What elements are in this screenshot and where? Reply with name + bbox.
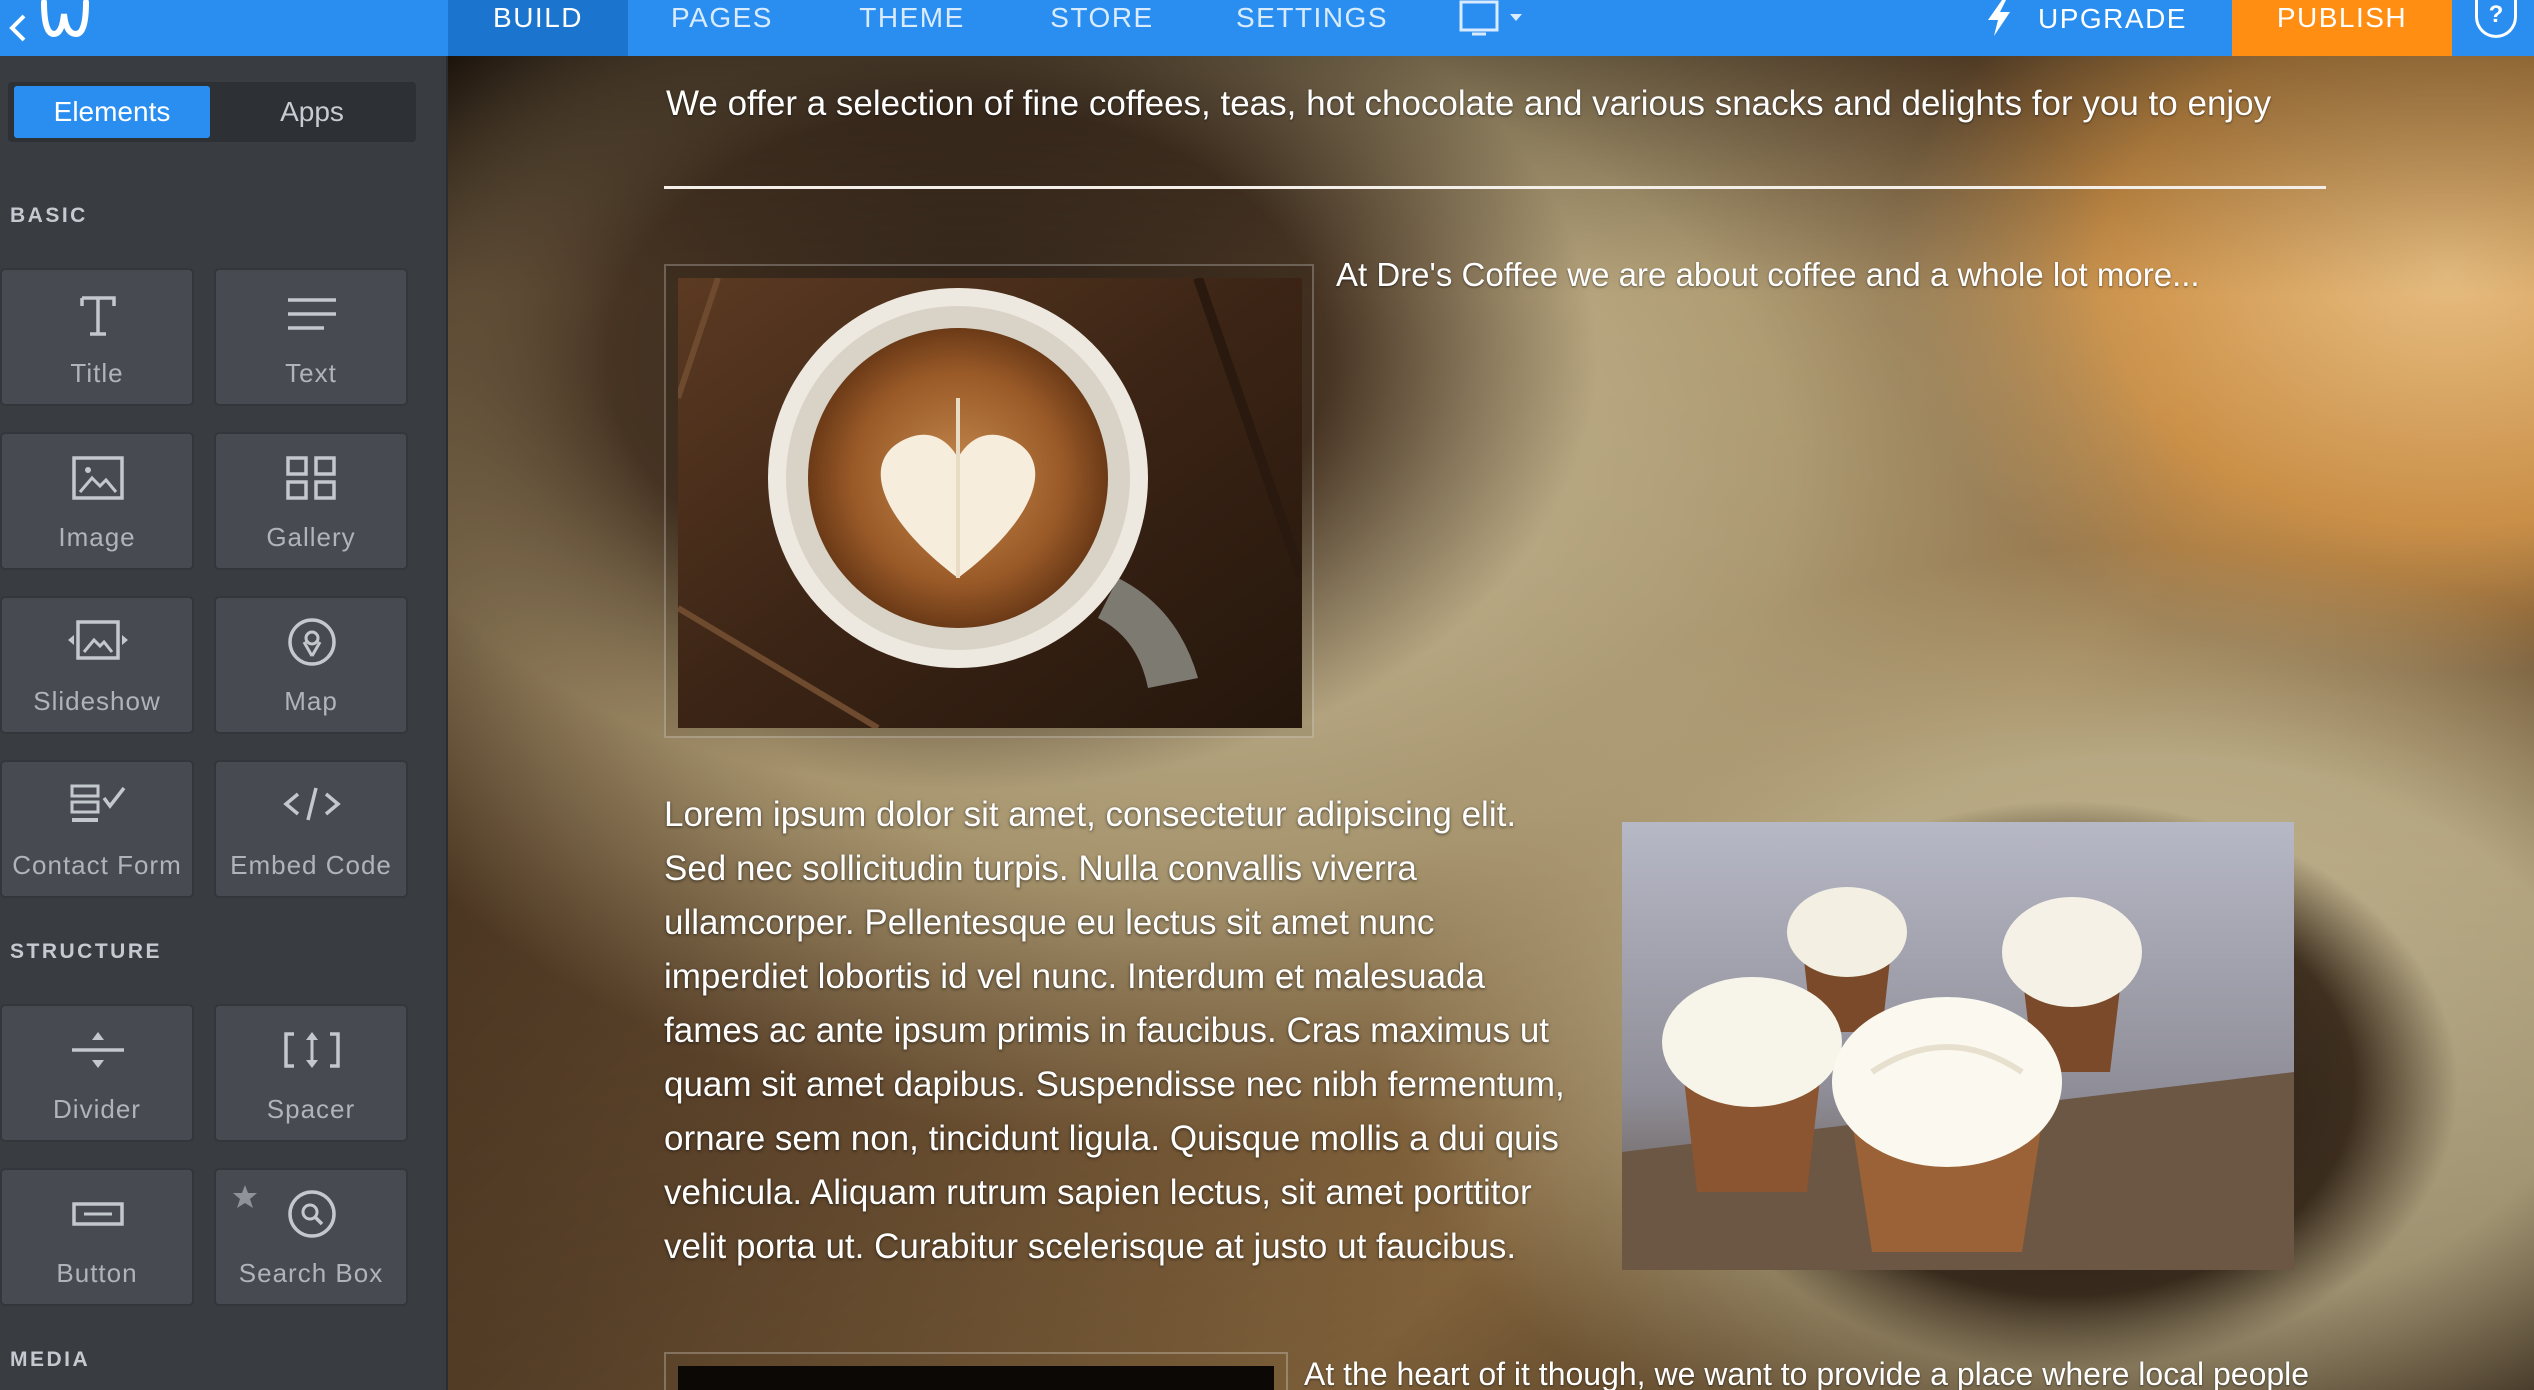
publish-button[interactable]: PUBLISH: [2232, 0, 2452, 56]
paragraph-line: quam sit amet dapibus. Suspendisse nec n…: [664, 1065, 1565, 1104]
spacer-icon: [284, 1032, 340, 1068]
elements-sidebar: Elements Apps BASIC Title Text Image Gal…: [0, 56, 448, 1390]
element-divider[interactable]: Divider: [0, 1004, 194, 1142]
bottom-text[interactable]: At the heart of it though, we want to pr…: [1304, 1356, 2309, 1390]
tagline-text[interactable]: We offer a selection of fine coffees, te…: [666, 80, 2316, 128]
paragraph-line: ullamcorper. Pellentesque eu lectus sit …: [664, 903, 1435, 942]
gallery-icon: [286, 456, 336, 500]
segment-apps[interactable]: Apps: [214, 86, 410, 138]
element-image-label: Image: [58, 522, 136, 552]
segment-elements[interactable]: Elements: [14, 86, 210, 138]
paragraph-line: Sed nec sollicitudin turpis. Nulla conva…: [664, 849, 1417, 888]
title-icon: [80, 296, 116, 336]
weebly-logo[interactable]: [40, 0, 92, 40]
help-button[interactable]: ?: [2475, 0, 2517, 38]
element-button-label: Button: [56, 1258, 138, 1288]
element-image[interactable]: Image: [0, 432, 194, 570]
section-label-basic: BASIC: [10, 204, 88, 227]
element-gallery-label: Gallery: [266, 522, 356, 552]
top-bar: BUILD PAGES THEME STORE SETTINGS UPGRADE…: [0, 0, 2534, 56]
image-icon: [72, 456, 124, 500]
elements-apps-toggle: Elements Apps: [8, 82, 416, 142]
embed-code-icon: [283, 787, 341, 821]
element-embed-code[interactable]: Embed Code: [214, 760, 408, 898]
element-search-box[interactable]: Search Box: [214, 1168, 408, 1306]
tab-pages[interactable]: PAGES: [640, 0, 804, 56]
section-label-structure: STRUCTURE: [10, 940, 162, 963]
lorem-paragraph[interactable]: Lorem ipsum dolor sit amet, consectetur …: [664, 788, 1604, 1274]
paragraph-line: imperdiet lobortis id vel nunc. Interdum…: [664, 957, 1485, 996]
back-chevron-icon[interactable]: [4, 8, 34, 48]
element-map-label: Map: [284, 686, 338, 716]
element-map[interactable]: Map: [214, 596, 408, 734]
bottom-image-frame[interactable]: [664, 1352, 1288, 1390]
search-icon: [288, 1190, 336, 1238]
section-label-media: MEDIA: [10, 1348, 91, 1371]
element-title[interactable]: Title: [0, 268, 194, 406]
element-spacer-label: Spacer: [266, 1094, 356, 1124]
page-canvas[interactable]: We offer a selection of fine coffees, te…: [448, 56, 2534, 1390]
latte-image-frame[interactable]: [664, 264, 1314, 738]
button-icon: [72, 1202, 124, 1226]
paragraph-line: fames ac ante ipsum primis in faucibus. …: [664, 1011, 1550, 1050]
element-slideshow[interactable]: Slideshow: [0, 596, 194, 734]
element-button[interactable]: Button: [0, 1168, 194, 1306]
bolt-icon: [1988, 0, 2010, 36]
element-text[interactable]: Text: [214, 268, 408, 406]
element-embed-code-label: Embed Code: [230, 850, 392, 880]
cupcakes-image[interactable]: [1622, 822, 2294, 1270]
divider-icon: [72, 1032, 124, 1068]
element-spacer[interactable]: Spacer: [214, 1004, 408, 1142]
element-text-label: Text: [285, 358, 337, 388]
text-icon: [288, 298, 336, 330]
tab-settings[interactable]: SETTINGS: [1220, 0, 1404, 56]
element-slideshow-label: Slideshow: [33, 686, 161, 716]
element-divider-label: Divider: [53, 1094, 141, 1124]
intro-text[interactable]: At Dre's Coffee we are about coffee and …: [1336, 256, 2200, 294]
bottom-image: [678, 1366, 1274, 1390]
upgrade-label: UPGRADE: [2038, 3, 2187, 34]
element-search-box-label: Search Box: [238, 1258, 384, 1288]
device-preview-icon[interactable]: [1458, 0, 1530, 40]
tab-theme[interactable]: THEME: [832, 0, 992, 56]
element-contact-form-label: Contact Form: [12, 850, 182, 880]
paragraph-line: Lorem ipsum dolor sit amet, consectetur …: [664, 795, 1517, 834]
element-contact-form[interactable]: Contact Form: [0, 760, 194, 898]
contact-form-icon: [70, 784, 126, 822]
slideshow-icon: [68, 620, 128, 660]
element-gallery[interactable]: Gallery: [214, 432, 408, 570]
paragraph-line: vehicula. Aliquam rutrum sapien lectus, …: [664, 1173, 1532, 1212]
paragraph-line: ornare sem non, tincidunt ligula. Quisqu…: [664, 1119, 1559, 1158]
tab-build[interactable]: BUILD: [448, 0, 628, 56]
latte-art-image: [678, 278, 1302, 728]
paragraph-line: velit porta ut. Curabitur scelerisque at…: [664, 1227, 1517, 1266]
star-icon: [233, 1185, 257, 1208]
map-pin-icon: [288, 618, 336, 666]
content-divider[interactable]: [664, 186, 2326, 189]
tab-store[interactable]: STORE: [1026, 0, 1178, 56]
element-title-label: Title: [70, 358, 124, 388]
